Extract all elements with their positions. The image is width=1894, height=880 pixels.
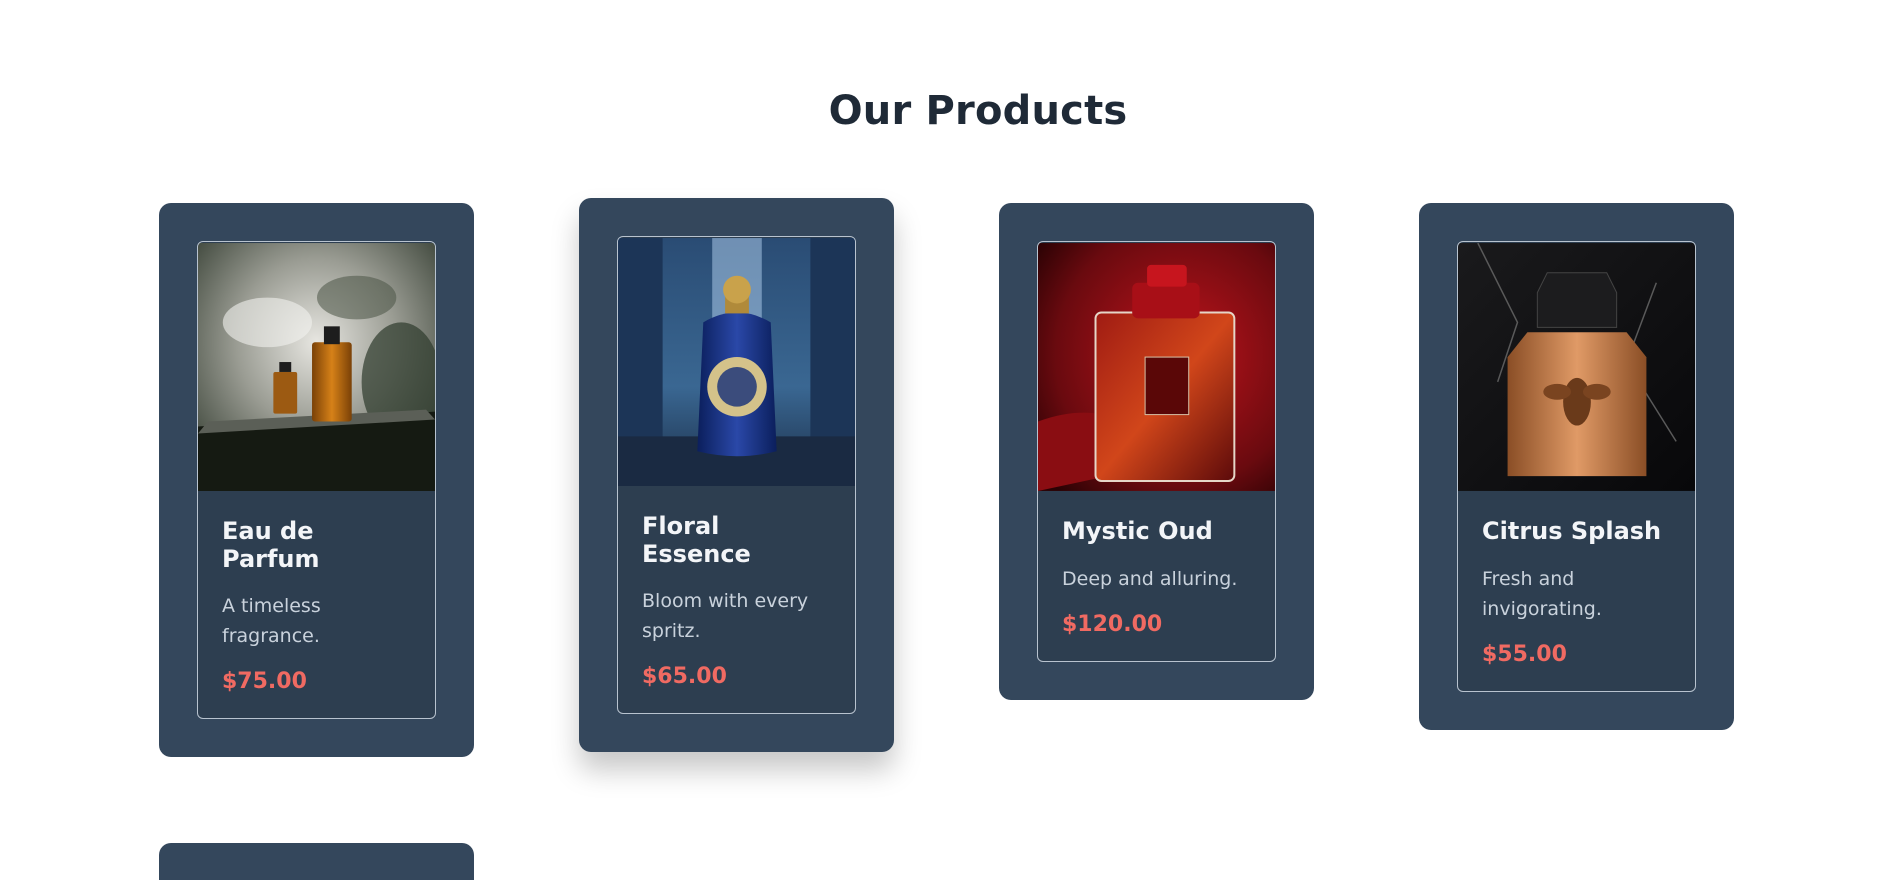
product-card-next-row[interactable] [159, 843, 474, 880]
product-name: Floral Essence [642, 512, 751, 568]
product-image-citrus-splash [1458, 242, 1695, 491]
product-card-eau-de-parfum[interactable]: Eau de Parfum A timeless fragrance. $75.… [159, 203, 474, 758]
product-image-floral-essence [618, 238, 855, 486]
product-card-inner: Eau de Parfum A timeless fragrance. $75.… [197, 241, 436, 720]
product-description: A timeless fragrance. [222, 595, 321, 648]
product-card-inner: Mystic Oud Deep and alluring. $120.00 [1037, 241, 1276, 662]
product-name: Mystic Oud [1062, 517, 1213, 545]
product-card-citrus-splash[interactable]: Citrus Splash Fresh and invigorating. $5… [1419, 203, 1734, 730]
product-name: Citrus Splash [1482, 517, 1662, 545]
product-price: $75.00 [222, 669, 307, 695]
product-price: $55.00 [1482, 641, 1567, 667]
product-name: Eau de Parfum [222, 517, 320, 573]
product-description: Fresh and invigorating. [1482, 567, 1602, 620]
product-price: $120.00 [1062, 611, 1163, 637]
product-price: $65.00 [642, 664, 727, 690]
product-image-mystic-oud [1038, 243, 1275, 491]
product-card-floral-essence[interactable]: Floral Essence Bloom with every spritz. … [579, 198, 894, 753]
product-card-mystic-oud[interactable]: Mystic Oud Deep and alluring. $120.00 [999, 203, 1314, 700]
products-page: Our Products Eau de Parfum A timeless fr… [0, 0, 1894, 880]
product-card-inner: Citrus Splash Fresh and invigorating. $5… [1457, 241, 1696, 692]
product-description: Bloom with every spritz. [642, 590, 809, 643]
product-description: Deep and alluring. [1062, 567, 1238, 590]
page-title: Our Products [828, 88, 1128, 134]
product-card-inner: Floral Essence Bloom with every spritz. … [617, 236, 856, 715]
product-image-eau-de-parfum [198, 243, 435, 491]
